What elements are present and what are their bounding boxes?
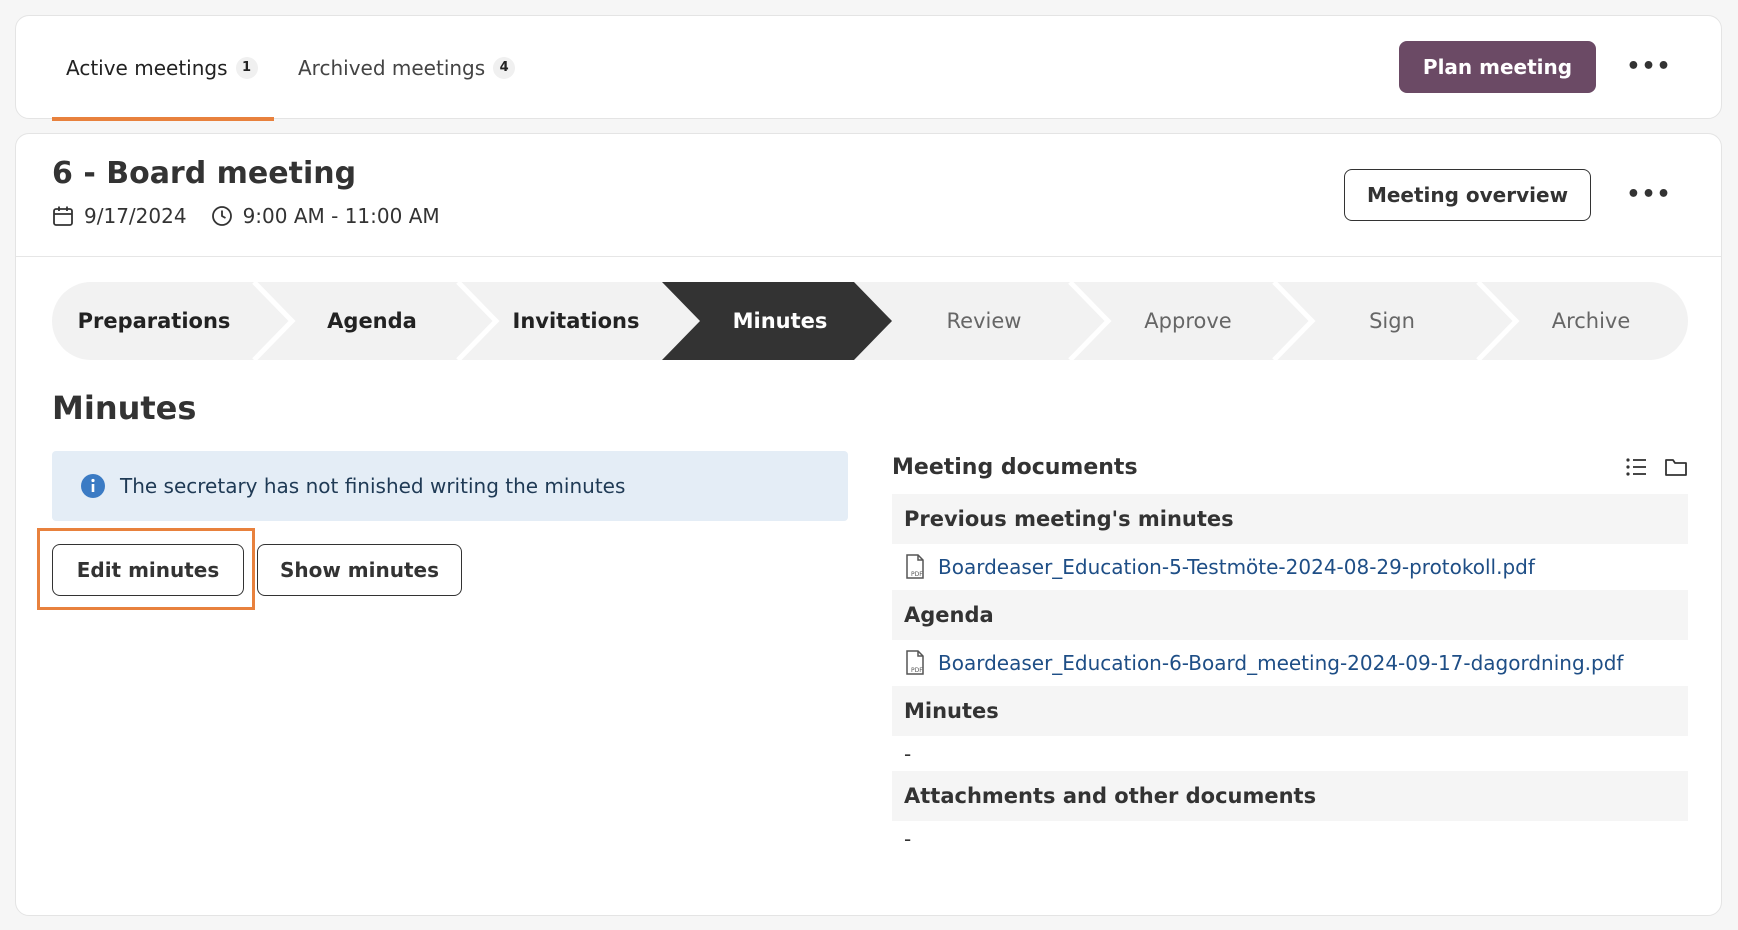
step-sign[interactable]: Sign (1290, 282, 1494, 360)
info-icon (80, 473, 106, 499)
pdf-file-icon: PDF (904, 554, 926, 580)
meeting-meta: 9/17/2024 9:00 AM - 11:00 AM (52, 204, 440, 228)
document-view-toggles (1624, 455, 1688, 479)
meeting-more-options-icon[interactable]: ••• (1626, 174, 1670, 214)
meeting-date: 9/17/2024 (84, 204, 187, 228)
empty-placeholder: - (904, 742, 912, 766)
step-review[interactable]: Review (882, 282, 1086, 360)
more-options-icon[interactable]: ••• (1626, 46, 1670, 86)
info-message: The secretary has not finished writing t… (120, 474, 626, 498)
info-alert: The secretary has not finished writing t… (52, 451, 848, 521)
tab-archived-meetings[interactable]: Archived meetings 4 (284, 16, 536, 120)
step-invitations[interactable]: Invitations (474, 282, 678, 360)
list-view-icon[interactable] (1624, 455, 1648, 479)
tab-label: Archived meetings (298, 56, 486, 80)
step-label: Agenda (327, 309, 417, 333)
doc-section-attachments: Attachments and other documents (892, 771, 1688, 821)
step-label: Review (946, 309, 1022, 333)
document-row: PDF Boardeaser_Education-5-Testmöte-2024… (892, 547, 1688, 587)
svg-text:PDF: PDF (911, 667, 923, 674)
step-label: Sign (1369, 309, 1415, 333)
folder-icon[interactable] (1664, 455, 1688, 479)
step-label: Minutes (732, 309, 828, 333)
meeting-title: 6 - Board meeting (52, 156, 357, 191)
tab-count-badge: 1 (235, 57, 258, 79)
empty-placeholder: - (904, 827, 912, 851)
step-minutes[interactable]: Minutes (678, 282, 882, 360)
meeting-detail-card: 6 - Board meeting 9/17/2024 9:00 AM - 11… (15, 133, 1722, 916)
tab-label: Active meetings (66, 56, 228, 80)
calendar-icon (52, 205, 74, 227)
header-divider (16, 256, 1721, 257)
documents-title: Meeting documents (892, 455, 1138, 480)
edit-minutes-button[interactable]: Edit minutes (52, 544, 244, 596)
pdf-file-icon: PDF (904, 650, 926, 676)
meeting-progress-stepper: Preparations Agenda Invitations Minutes … (52, 282, 1688, 360)
step-agenda[interactable]: Agenda (270, 282, 474, 360)
plan-meeting-button[interactable]: Plan meeting (1399, 41, 1596, 93)
meeting-overview-button[interactable]: Meeting overview (1344, 169, 1591, 221)
step-label: Approve (1144, 309, 1232, 333)
doc-section-previous-minutes: Previous meeting's minutes (892, 494, 1688, 544)
document-link[interactable]: Boardeaser_Education-6-Board_meeting-202… (938, 651, 1623, 675)
svg-text:PDF: PDF (911, 571, 923, 578)
step-label: Invitations (512, 309, 640, 333)
tab-active-meetings[interactable]: Active meetings 1 (52, 16, 274, 121)
meetings-tab-bar: Active meetings 1 Archived meetings 4 Pl… (15, 15, 1722, 121)
tab-count-badge: 4 (493, 57, 516, 79)
section-title: Minutes (52, 389, 197, 427)
doc-section-minutes: Minutes (892, 686, 1688, 736)
meeting-time: 9:00 AM - 11:00 AM (242, 204, 440, 228)
show-minutes-button[interactable]: Show minutes (257, 544, 462, 596)
document-row: PDF Boardeaser_Education-6-Board_meeting… (892, 643, 1688, 683)
document-link[interactable]: Boardeaser_Education-5-Testmöte-2024-08-… (938, 555, 1535, 579)
clock-icon (211, 205, 233, 227)
step-label: Preparations (77, 309, 231, 333)
step-archive[interactable]: Archive (1494, 282, 1688, 360)
step-preparations[interactable]: Preparations (52, 282, 256, 360)
doc-section-agenda: Agenda (892, 590, 1688, 640)
step-label: Archive (1551, 309, 1631, 333)
step-approve[interactable]: Approve (1086, 282, 1290, 360)
